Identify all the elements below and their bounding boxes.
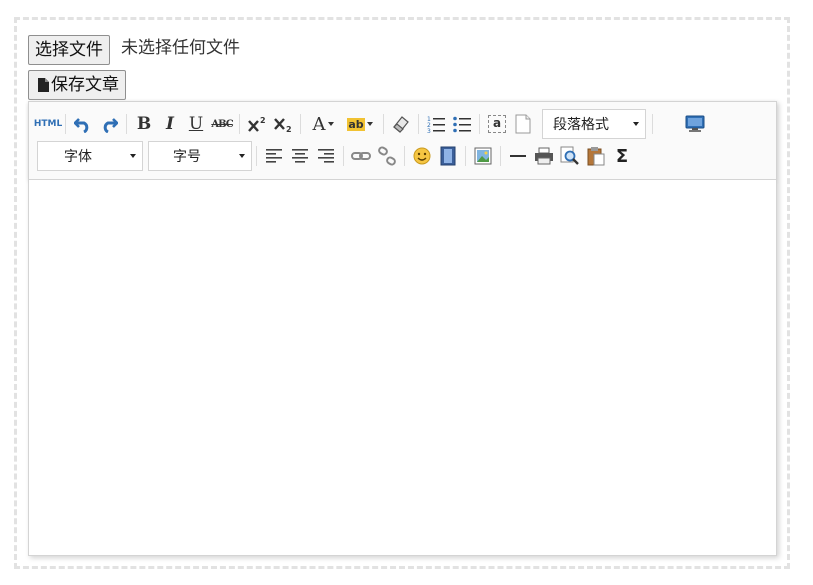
search-replace-button[interactable] (558, 144, 582, 168)
subscript-button[interactable]: 2 (271, 112, 295, 136)
text-color-icon: A (312, 113, 326, 135)
strikethrough-button[interactable]: ABC (210, 112, 234, 136)
chevron-down-icon (130, 154, 136, 158)
magnifier-icon (560, 146, 579, 165)
font-family-label: 字体 (64, 149, 92, 165)
separator (343, 146, 344, 166)
save-article-button[interactable]: 保存文章 (28, 70, 126, 100)
page-break-button[interactable] (511, 112, 535, 136)
font-size-select[interactable]: 字号 (148, 141, 252, 171)
monitor-icon (685, 115, 705, 132)
paste-button[interactable] (584, 144, 608, 168)
align-right-icon (318, 149, 334, 163)
align-center-icon (292, 149, 308, 163)
chevron-down-icon (633, 122, 639, 126)
blank-page-icon (515, 114, 531, 134)
unlink-button[interactable] (375, 144, 399, 168)
rich-text-editor: HTML B I U ABC 2 2 A ab 1 2 3 a 段落格式 字体 … (28, 101, 777, 556)
superscript-button[interactable]: 2 (245, 112, 269, 136)
smiley-icon (413, 147, 431, 165)
undo-button[interactable] (71, 112, 95, 136)
bold-button[interactable]: B (132, 112, 156, 136)
svg-text:2: 2 (260, 116, 266, 125)
clear-format-button[interactable] (389, 112, 413, 136)
ordered-list-button[interactable]: 1 2 3 (424, 112, 448, 136)
ordered-list-icon: 1 2 3 (427, 116, 445, 134)
preview-button[interactable] (683, 112, 707, 136)
align-left-icon (266, 149, 282, 163)
separator (126, 114, 127, 134)
horizontal-rule-button[interactable] (506, 144, 530, 168)
italic-button[interactable]: I (158, 112, 182, 136)
insert-link-button[interactable] (349, 144, 373, 168)
insert-video-button[interactable] (436, 144, 460, 168)
chevron-down-icon (327, 122, 334, 126)
italic-icon: I (166, 114, 174, 134)
underline-icon: U (188, 114, 204, 134)
separator (652, 114, 653, 134)
paragraph-format-select[interactable]: 段落格式 (542, 109, 646, 139)
subscript-icon: 2 (274, 118, 292, 133)
html-source-button[interactable]: HTML (33, 112, 63, 136)
redo-button[interactable] (97, 112, 121, 136)
svg-text:2: 2 (286, 125, 292, 133)
highlight-color-button[interactable]: ab (342, 112, 378, 136)
editor-toolbar: HTML B I U ABC 2 2 A ab 1 2 3 a 段落格式 字体 … (29, 102, 776, 180)
chevron-down-icon (239, 154, 245, 158)
separator (404, 146, 405, 166)
separator (256, 146, 257, 166)
file-status-text: 未选择任何文件 (121, 38, 240, 58)
eraser-icon (393, 116, 409, 133)
document-icon (38, 78, 49, 92)
superscript-icon: 2 (248, 116, 266, 132)
separator (418, 114, 419, 134)
align-center-button[interactable] (288, 144, 312, 168)
formula-button[interactable]: Σ (610, 144, 634, 168)
text-color-button[interactable]: A (306, 112, 340, 136)
sigma-icon: Σ (615, 145, 629, 167)
insert-image-button[interactable] (471, 144, 495, 168)
chevron-down-icon (366, 122, 373, 126)
separator (239, 114, 240, 134)
strikethrough-icon: ABC (211, 118, 233, 130)
font-family-select[interactable]: 字体 (37, 141, 143, 171)
anchor-icon: a (488, 115, 506, 133)
separator (65, 114, 66, 134)
print-button[interactable] (532, 144, 556, 168)
emoticon-button[interactable] (410, 144, 434, 168)
horizontal-line-icon (510, 155, 526, 157)
unordered-list-button[interactable] (450, 112, 474, 136)
bold-icon: B (136, 114, 152, 134)
svg-text:3: 3 (427, 128, 431, 134)
separator (383, 114, 384, 134)
image-icon (474, 147, 492, 165)
align-right-button[interactable] (314, 144, 338, 168)
highlight-icon: ab (347, 117, 365, 131)
paragraph-format-label: 段落格式 (553, 117, 609, 133)
unordered-list-icon (453, 116, 471, 133)
align-left-button[interactable] (262, 144, 286, 168)
separator (479, 114, 480, 134)
choose-file-button[interactable]: 选择文件 (28, 35, 110, 65)
separator (500, 146, 501, 166)
underline-button[interactable]: U (184, 112, 208, 136)
html-label: HTML (33, 119, 63, 129)
separator (300, 114, 301, 134)
undo-icon (74, 118, 89, 133)
toolbar-row-1: HTML B I U ABC 2 2 A ab 1 2 3 a 段落格式 (33, 108, 708, 140)
toolbar-row-2: 字体 字号 Σ (35, 140, 635, 172)
save-article-label: 保存文章 (51, 75, 119, 95)
clipboard-icon (587, 147, 605, 166)
unlink-icon (378, 146, 396, 166)
separator (465, 146, 466, 166)
editor-content-area[interactable] (29, 180, 776, 555)
printer-icon (535, 147, 553, 165)
font-size-label: 字号 (173, 149, 201, 165)
anchor-button[interactable]: a (485, 112, 509, 136)
link-icon (351, 152, 371, 160)
redo-icon (103, 118, 118, 133)
film-icon (440, 146, 456, 166)
